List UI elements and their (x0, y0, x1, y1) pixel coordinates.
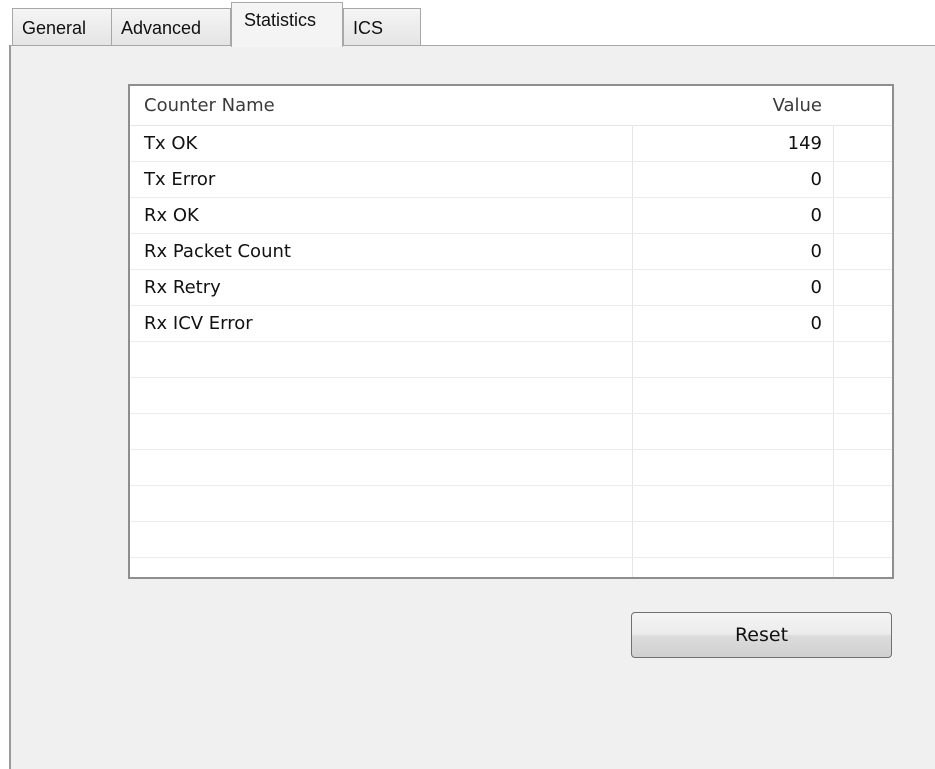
counter-value-cell: 0 (810, 313, 822, 334)
counter-name-cell: Tx Error (144, 169, 216, 190)
table-row[interactable]: Rx Packet Count 0 (130, 234, 892, 270)
table-row[interactable]: Tx OK 149 (130, 126, 892, 162)
table-row[interactable]: Tx Error 0 (130, 162, 892, 198)
column-header-counter-name[interactable]: Counter Name (144, 86, 275, 126)
counter-value-cell: 0 (810, 169, 822, 190)
tab-statistics[interactable]: Statistics (231, 2, 343, 47)
empty-row (130, 522, 892, 558)
counter-value-cell: 0 (810, 277, 822, 298)
tab-statistics-label: Statistics (244, 10, 317, 30)
counter-list[interactable]: Counter Name Value Tx OK 149 Tx Error 0 … (128, 84, 894, 579)
counter-name-cell: Rx Retry (144, 277, 221, 298)
counter-value-cell: 0 (810, 205, 822, 226)
empty-row (130, 486, 892, 522)
table-row[interactable]: Rx Retry 0 (130, 270, 892, 306)
counter-name-cell: Tx OK (144, 133, 198, 154)
counter-value-cell: 0 (810, 241, 822, 262)
counter-name-cell: Rx ICV Error (144, 313, 253, 334)
table-row[interactable]: Rx ICV Error 0 (130, 306, 892, 342)
counter-value-cell: 149 (787, 133, 822, 154)
counter-name-cell: Rx Packet Count (144, 241, 291, 262)
tab-ics[interactable]: ICS (343, 8, 421, 46)
tab-general[interactable]: General (12, 8, 112, 46)
tab-ics-label: ICS (353, 18, 384, 38)
statistics-dialog: General Advanced Statistics ICS Counter … (0, 0, 935, 769)
tab-strip: General Advanced Statistics ICS (0, 0, 935, 47)
reset-button[interactable]: Reset (631, 612, 892, 658)
empty-row (130, 378, 892, 414)
empty-row (130, 414, 892, 450)
tab-advanced-label: Advanced (121, 18, 202, 38)
statistics-panel: Counter Name Value Tx OK 149 Tx Error 0 … (9, 45, 935, 769)
empty-row (130, 450, 892, 486)
column-header-value[interactable]: Value (635, 86, 822, 126)
tab-general-label: General (22, 18, 87, 38)
counter-name-cell: Rx OK (144, 205, 199, 226)
table-row[interactable]: Rx OK 0 (130, 198, 892, 234)
list-header: Counter Name Value (130, 86, 892, 126)
tab-advanced[interactable]: Advanced (111, 8, 231, 46)
empty-row (130, 342, 892, 378)
